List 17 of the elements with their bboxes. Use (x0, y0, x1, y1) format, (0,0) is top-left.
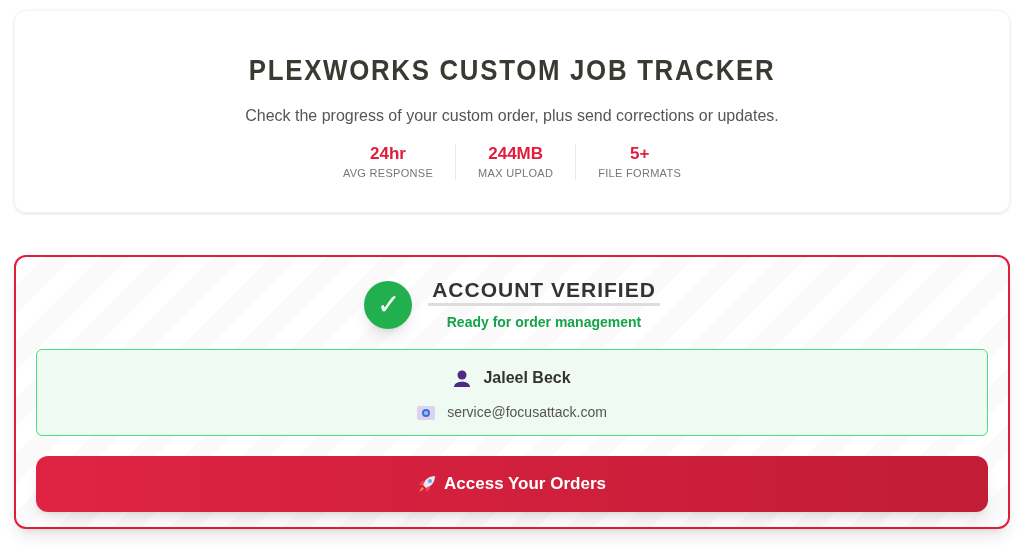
stat-value: 244MB (488, 144, 544, 164)
stat-value: 5+ (629, 144, 650, 164)
stat-label: FILE FORMATS (598, 166, 682, 180)
stat-value: 24hr (370, 144, 406, 164)
stat-label: MAX UPLOAD (478, 166, 554, 180)
account-name: Jaleel Beck (483, 368, 571, 388)
stat-label: AVG RESPONSE (342, 166, 434, 180)
page-title: PLEXWORKS CUSTOM JOB TRACKER (248, 52, 776, 88)
user-icon (453, 369, 472, 387)
verified-title: ACCOUNT VERIFIED (428, 277, 660, 306)
page-subtitle: Check the progress of your custom order, plus send corrections or updates. (245, 106, 779, 126)
account-email: service@focusattack.com (447, 403, 607, 422)
check-badge: ✓ (364, 281, 413, 329)
verified-status: Ready for order management (446, 313, 642, 332)
email-icon (417, 405, 436, 420)
rocket-icon (418, 475, 437, 493)
access-orders-button[interactable]: Access Your Orders (36, 456, 988, 512)
